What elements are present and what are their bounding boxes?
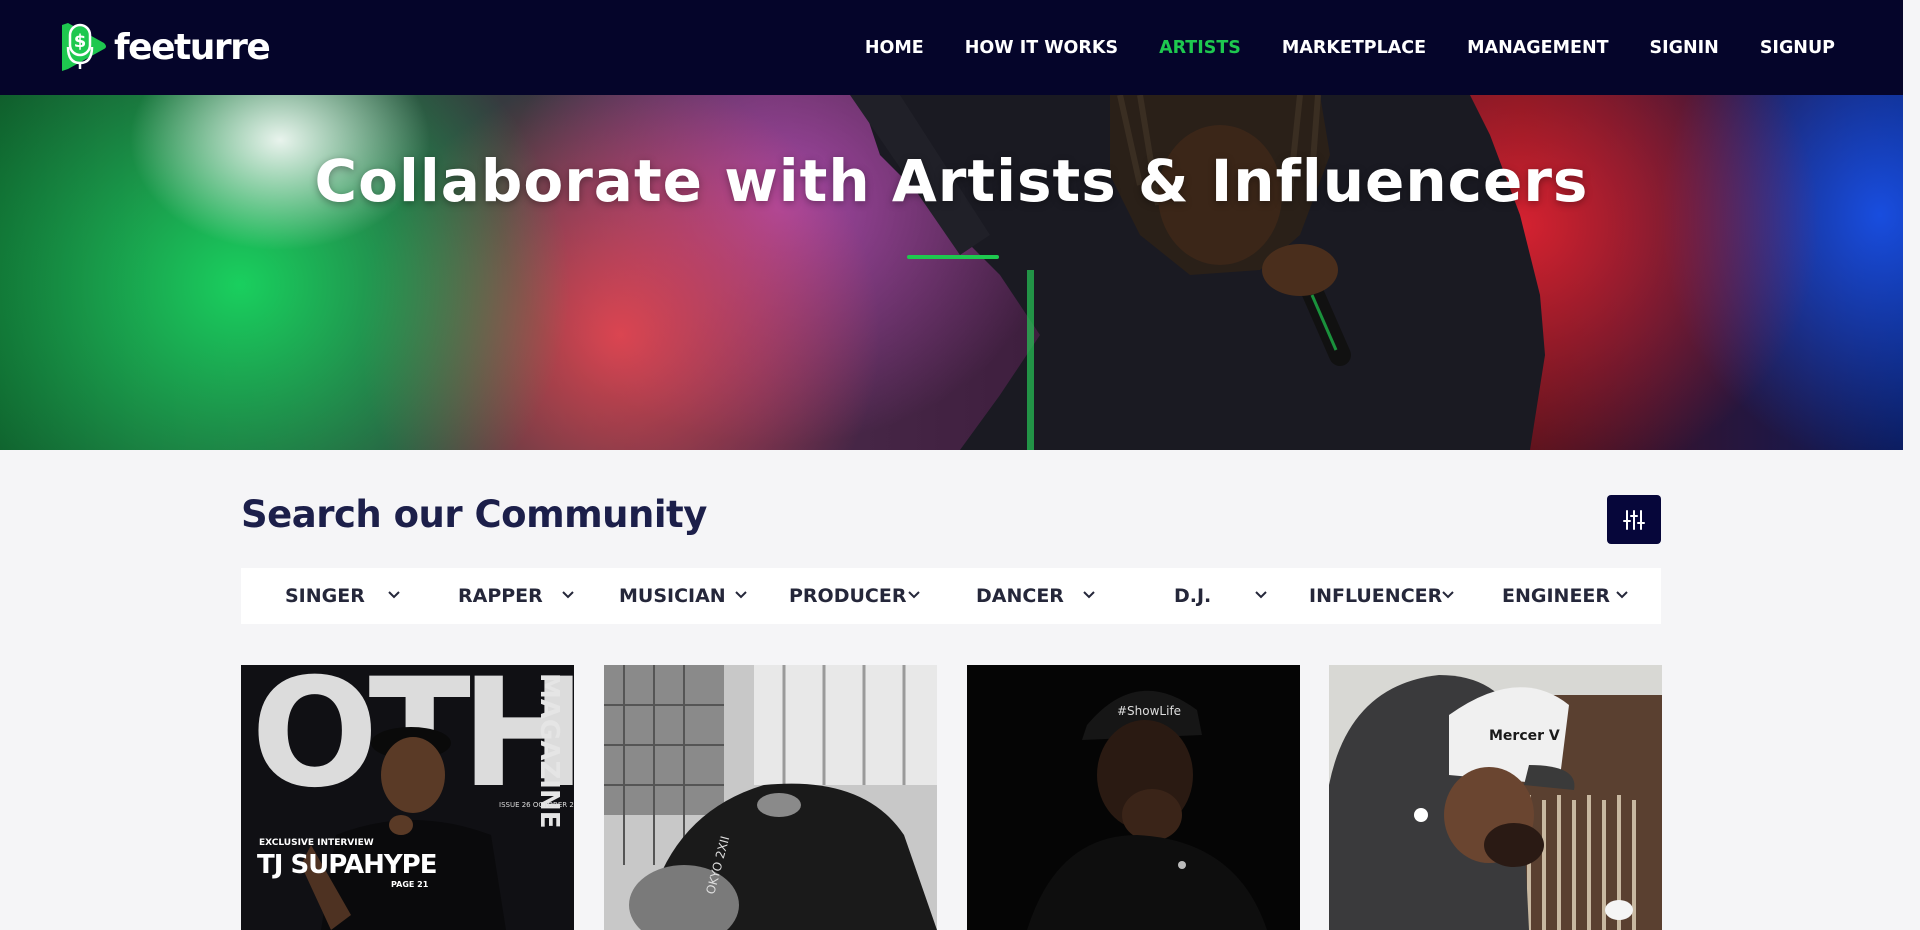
chevron-down-icon[interactable] [1615, 590, 1629, 600]
category-label: DANCER [976, 585, 1064, 607]
sliders-icon [1623, 509, 1645, 530]
nav-artists[interactable]: ARTISTS [1159, 38, 1241, 58]
filter-button[interactable] [1607, 495, 1661, 544]
category-engineer[interactable]: ENGINEER [1502, 568, 1610, 624]
category-singer[interactable]: SINGER [285, 568, 365, 624]
artist-photo: Mercer V [1329, 665, 1662, 930]
category-label: SINGER [285, 585, 365, 607]
search-community-title: Search our Community [241, 493, 707, 536]
category-label: ENGINEER [1502, 585, 1611, 607]
artist-card-4[interactable]: Mercer V [1329, 665, 1662, 930]
category-producer[interactable]: PRODUCER [789, 568, 906, 624]
category-label: D.J. [1174, 585, 1212, 607]
nav-signin[interactable]: SIGNIN [1650, 38, 1719, 58]
chevron-down-icon[interactable] [387, 590, 401, 600]
nav-how-it-works[interactable]: HOW IT WORKS [965, 38, 1118, 58]
interview-name: TJ SUPAHYPE [257, 850, 437, 880]
nav-management[interactable]: MANAGEMENT [1467, 38, 1608, 58]
category-label: PRODUCER [789, 585, 907, 607]
category-rapper[interactable]: RAPPER [458, 568, 543, 624]
category-label: MUSICIAN [619, 585, 726, 607]
chevron-down-icon[interactable] [1082, 590, 1096, 600]
top-navbar: $ feeturre HOME HOW IT WORKS ARTISTS MAR… [0, 0, 1903, 95]
issue-label: ISSUE 26 OCTOBER 2021 [499, 801, 574, 809]
interview-kicker: EXCLUSIVE INTERVIEW [259, 838, 374, 848]
artist-photo: OKYO 2XII [604, 665, 937, 930]
artist-card-3[interactable]: #ShowLife [967, 665, 1300, 930]
category-label: INFLUENCER [1309, 585, 1443, 607]
chevron-down-icon[interactable] [1254, 590, 1268, 600]
category-musician[interactable]: MUSICIAN [619, 568, 726, 624]
chevron-down-icon[interactable] [561, 590, 575, 600]
nav-marketplace[interactable]: MARKETPLACE [1282, 38, 1426, 58]
svg-text:$: $ [74, 31, 87, 52]
category-dancer[interactable]: DANCER [976, 568, 1064, 624]
hero-title: Collaborate with Artists & Influencers [314, 147, 1589, 215]
artist-card-1[interactable]: OTH MAGAZINE ISSUE 26 OCTOBER 2021 EXCLU… [241, 665, 574, 930]
hero-banner: Collaborate with Artists & Influencers [0, 95, 1903, 450]
hat-text: #ShowLife [1117, 704, 1181, 718]
artist-photo: OTH MAGAZINE ISSUE 26 OCTOBER 2021 EXCLU… [241, 665, 574, 930]
nav-signup[interactable]: SIGNUP [1760, 38, 1835, 58]
nav-home[interactable]: HOME [865, 38, 924, 58]
chevron-down-icon[interactable] [907, 590, 921, 600]
category-influencer[interactable]: INFLUENCER [1309, 568, 1442, 624]
chevron-down-icon[interactable] [1441, 590, 1455, 600]
category-dj[interactable]: D.J. [1174, 568, 1211, 624]
brand-logo[interactable]: $ feeturre [58, 19, 271, 75]
page-label: PAGE 21 [391, 880, 429, 889]
main-nav: HOME HOW IT WORKS ARTISTS MARKETPLACE MA… [824, 0, 1835, 95]
artist-photo: #ShowLife [967, 665, 1300, 930]
category-filter-bar: SINGER RAPPER MUSICIAN PRODUCER DANCER D… [241, 568, 1661, 624]
dollar-play-logo-icon: $ [58, 19, 110, 75]
artist-card-2[interactable]: OKYO 2XII [604, 665, 937, 930]
hat-text: Mercer V [1489, 728, 1560, 744]
brand-name: feeturre [114, 26, 271, 68]
chevron-down-icon[interactable] [734, 590, 748, 600]
category-label: RAPPER [458, 585, 543, 607]
hero-title-underline [907, 255, 999, 259]
